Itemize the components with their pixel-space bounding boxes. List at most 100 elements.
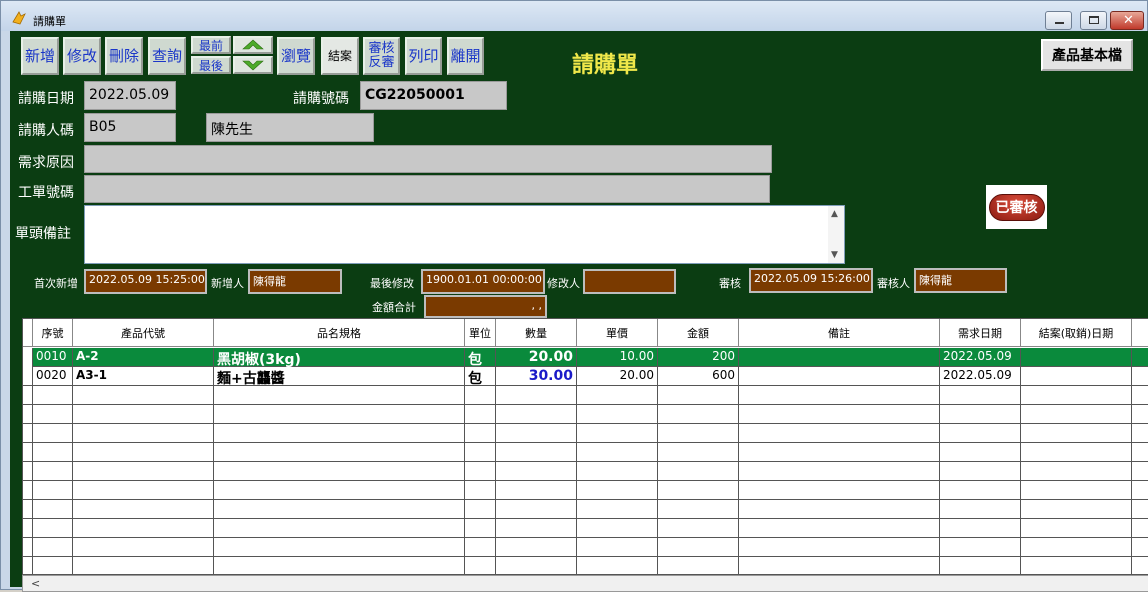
maximize-button[interactable] bbox=[1080, 11, 1107, 30]
empty-cell[interactable] bbox=[465, 405, 496, 424]
empty-cell[interactable] bbox=[577, 405, 658, 424]
empty-cell[interactable] bbox=[465, 557, 496, 574]
empty-cell[interactable] bbox=[577, 462, 658, 481]
empty-cell[interactable] bbox=[496, 481, 577, 500]
empty-table-row[interactable] bbox=[23, 405, 1148, 424]
empty-cell[interactable] bbox=[940, 386, 1021, 405]
product-master-button[interactable]: 產品基本檔 bbox=[1041, 39, 1133, 71]
empty-cell[interactable] bbox=[940, 557, 1021, 574]
empty-cell[interactable] bbox=[658, 405, 739, 424]
empty-cell[interactable] bbox=[214, 462, 465, 481]
empty-cell[interactable] bbox=[33, 481, 73, 500]
col-header-amount[interactable]: 金額 bbox=[658, 319, 739, 347]
col-header-code[interactable]: 產品代號 bbox=[73, 319, 214, 347]
empty-cell[interactable] bbox=[739, 462, 940, 481]
empty-cell[interactable] bbox=[658, 481, 739, 500]
empty-cell[interactable] bbox=[577, 443, 658, 462]
approve-revert-button[interactable]: 審核 反審 bbox=[363, 37, 400, 75]
empty-cell[interactable] bbox=[33, 405, 73, 424]
delete-button[interactable]: 刪除 bbox=[105, 37, 143, 75]
empty-table-row[interactable] bbox=[23, 500, 1148, 519]
empty-cell[interactable] bbox=[1021, 386, 1132, 405]
browse-button[interactable]: 瀏覽 bbox=[277, 37, 315, 75]
empty-cell[interactable] bbox=[214, 405, 465, 424]
empty-cell[interactable] bbox=[577, 386, 658, 405]
empty-cell[interactable] bbox=[739, 557, 940, 574]
empty-cell[interactable] bbox=[23, 500, 33, 519]
cell-code[interactable]: A3-1 bbox=[73, 367, 214, 386]
print-button[interactable]: 列印 bbox=[405, 37, 442, 75]
close-button[interactable]: ✕ bbox=[1110, 11, 1144, 30]
empty-cell[interactable] bbox=[739, 443, 940, 462]
cell-unit[interactable]: 包 bbox=[465, 367, 496, 386]
empty-cell[interactable] bbox=[73, 405, 214, 424]
empty-cell[interactable] bbox=[940, 443, 1021, 462]
empty-table-row[interactable] bbox=[23, 462, 1148, 481]
empty-table-row[interactable] bbox=[23, 443, 1148, 462]
empty-cell[interactable] bbox=[465, 462, 496, 481]
empty-cell[interactable] bbox=[496, 424, 577, 443]
cell-need-date[interactable]: 2022.05.09 bbox=[940, 348, 1021, 367]
empty-cell[interactable] bbox=[23, 405, 33, 424]
empty-cell[interactable] bbox=[33, 538, 73, 557]
empty-cell[interactable] bbox=[73, 557, 214, 574]
empty-cell[interactable] bbox=[214, 481, 465, 500]
cell-price[interactable]: 10.00 bbox=[577, 348, 658, 367]
empty-cell[interactable] bbox=[33, 443, 73, 462]
empty-cell[interactable] bbox=[465, 519, 496, 538]
empty-cell[interactable] bbox=[658, 424, 739, 443]
remark-textarea[interactable]: ▲ ▼ bbox=[84, 205, 845, 264]
empty-cell[interactable] bbox=[465, 424, 496, 443]
empty-cell[interactable] bbox=[465, 481, 496, 500]
empty-cell[interactable] bbox=[33, 519, 73, 538]
col-header-need-date[interactable]: 需求日期 bbox=[940, 319, 1021, 347]
last-record-button[interactable]: 最後 bbox=[191, 56, 231, 74]
empty-cell[interactable] bbox=[739, 519, 940, 538]
cell-seq[interactable]: 0010 bbox=[33, 348, 73, 367]
col-header-unit[interactable]: 單位 bbox=[465, 319, 496, 347]
table-row[interactable]: 0020 A3-1 麵+古龘醬 包 30.00 20.00 600 2022.0… bbox=[23, 367, 1148, 386]
empty-cell[interactable] bbox=[33, 500, 73, 519]
empty-cell[interactable] bbox=[465, 443, 496, 462]
request-no-field[interactable]: CG22050001 bbox=[360, 81, 507, 110]
empty-table-row[interactable] bbox=[23, 519, 1148, 538]
empty-cell[interactable] bbox=[214, 443, 465, 462]
add-button[interactable]: 新增 bbox=[21, 37, 59, 75]
minimize-button[interactable] bbox=[1045, 11, 1072, 30]
cell-code[interactable]: A-2 bbox=[73, 348, 214, 367]
request-date-field[interactable]: 2022.05.09 bbox=[84, 81, 176, 110]
empty-cell[interactable] bbox=[214, 386, 465, 405]
empty-cell[interactable] bbox=[73, 462, 214, 481]
empty-cell[interactable] bbox=[496, 557, 577, 574]
empty-cell[interactable] bbox=[1021, 519, 1132, 538]
empty-cell[interactable] bbox=[577, 519, 658, 538]
empty-cell[interactable] bbox=[33, 386, 73, 405]
empty-cell[interactable] bbox=[577, 424, 658, 443]
col-header-close-date[interactable]: 結案(取銷)日期 bbox=[1021, 319, 1132, 347]
cell-amount[interactable]: 200 bbox=[658, 348, 739, 367]
grid-horizontal-scrollbar[interactable]: < bbox=[22, 575, 1148, 592]
empty-cell[interactable] bbox=[1021, 557, 1132, 574]
work-order-field[interactable] bbox=[84, 175, 770, 203]
empty-cell[interactable] bbox=[23, 443, 33, 462]
empty-cell[interactable] bbox=[496, 500, 577, 519]
cell-qty[interactable]: 20.00 bbox=[496, 348, 577, 367]
cell-name[interactable]: 麵+古龘醬 bbox=[214, 367, 465, 386]
empty-cell[interactable] bbox=[73, 519, 214, 538]
remark-scrollbar[interactable]: ▲ ▼ bbox=[828, 206, 844, 263]
col-header-name[interactable]: 品名規格 bbox=[214, 319, 465, 347]
empty-cell[interactable] bbox=[23, 424, 33, 443]
empty-cell[interactable] bbox=[496, 386, 577, 405]
empty-cell[interactable] bbox=[23, 557, 33, 574]
empty-cell[interactable] bbox=[940, 519, 1021, 538]
empty-cell[interactable] bbox=[496, 443, 577, 462]
empty-cell[interactable] bbox=[73, 500, 214, 519]
first-record-button[interactable]: 最前 bbox=[191, 36, 231, 54]
empty-cell[interactable] bbox=[23, 519, 33, 538]
empty-cell[interactable] bbox=[658, 386, 739, 405]
empty-cell[interactable] bbox=[23, 386, 33, 405]
cell-note[interactable] bbox=[739, 348, 940, 367]
empty-cell[interactable] bbox=[658, 519, 739, 538]
empty-cell[interactable] bbox=[73, 386, 214, 405]
empty-cell[interactable] bbox=[1021, 462, 1132, 481]
